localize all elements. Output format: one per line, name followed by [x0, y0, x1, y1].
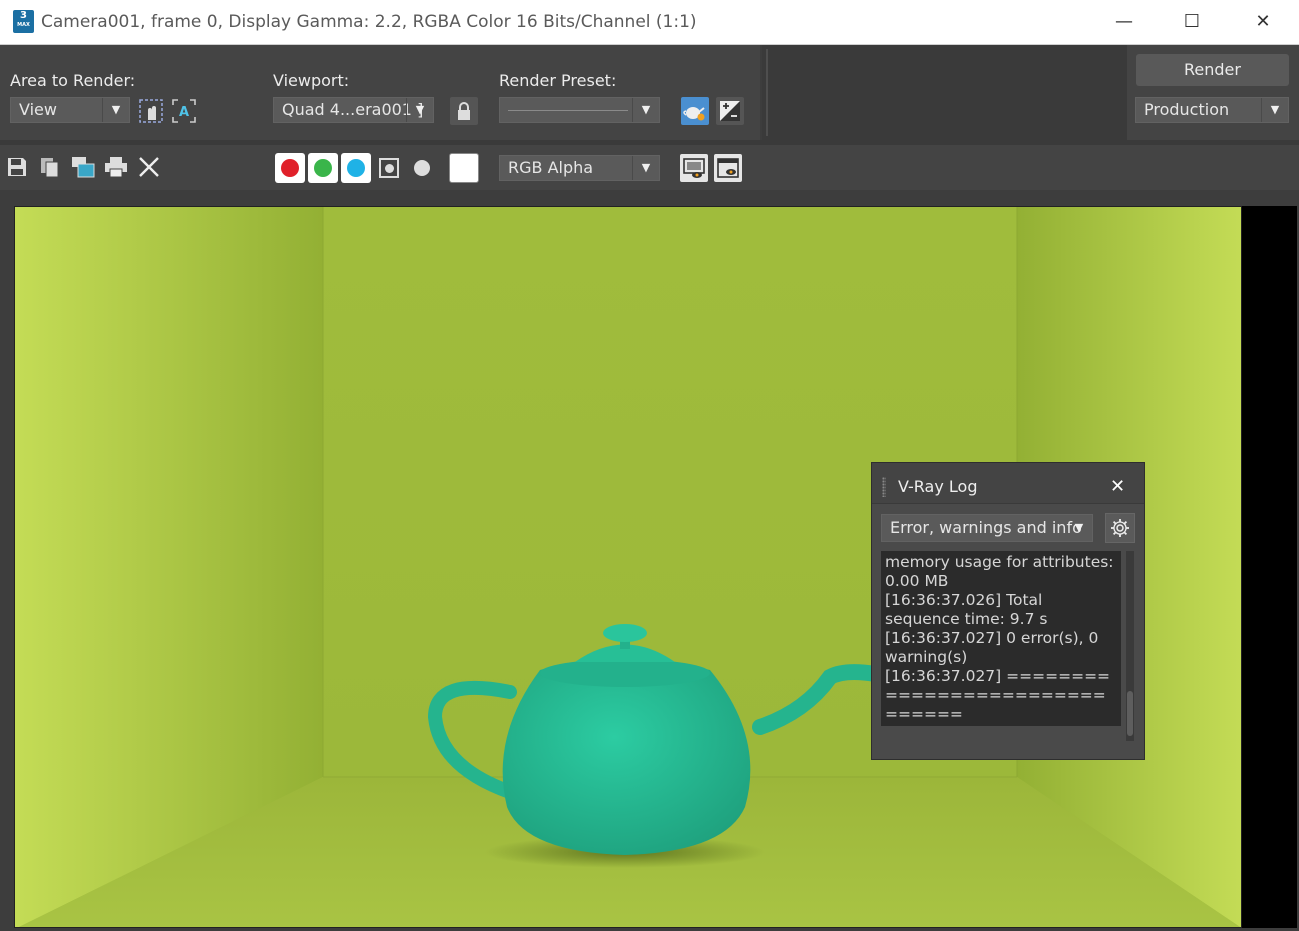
- empty-panel: [772, 45, 1127, 140]
- auto-region-icon[interactable]: A: [170, 97, 198, 125]
- production-dropdown[interactable]: Production ▼: [1135, 97, 1289, 123]
- area-to-render-value: View: [19, 100, 57, 119]
- 3dsmax-app-icon: 3 MAX: [13, 10, 34, 33]
- log-scrollbar[interactable]: [1126, 551, 1134, 741]
- chevron-down-icon: ▼: [632, 156, 659, 180]
- green-channel-icon: [314, 159, 332, 177]
- log-line: [16:36:37.027] =========================…: [885, 667, 1111, 723]
- edit-region-icon[interactable]: [137, 97, 165, 125]
- production-value: Production: [1144, 100, 1230, 119]
- red-channel-toggle[interactable]: [275, 153, 305, 183]
- render-preset-dropdown[interactable]: ▼: [499, 97, 660, 123]
- area-to-render-label: Area to Render:: [10, 71, 136, 90]
- render-settings-panel: Area to Render: View ▼ A Viewport: Quad …: [0, 45, 760, 140]
- image-border-strip: [1242, 206, 1297, 928]
- gear-icon[interactable]: [1105, 513, 1135, 543]
- chevron-down-icon: ▼: [1074, 521, 1084, 534]
- log-filter-value: Error, warnings and info: [890, 518, 1082, 537]
- red-channel-icon: [281, 159, 299, 177]
- viewport-value: Quad 4...era001 ]: [282, 100, 424, 119]
- color-swatch[interactable]: [449, 153, 479, 183]
- empty-preset-line: [508, 110, 628, 111]
- viewport-dropdown[interactable]: Quad 4...era001 ] ▼: [273, 97, 434, 123]
- clear-icon[interactable]: [135, 153, 163, 181]
- channel-display-value: RGB Alpha: [508, 158, 594, 177]
- render-setup-icon[interactable]: [681, 97, 709, 125]
- copy-icon[interactable]: [36, 153, 64, 181]
- window-title: Camera001, frame 0, Display Gamma: 2.2, …: [41, 12, 697, 32]
- alpha-channel-icon: [379, 158, 399, 178]
- render-preset-label: Render Preset:: [499, 71, 617, 90]
- channel-display-dropdown[interactable]: RGB Alpha ▼: [499, 155, 660, 181]
- area-to-render-dropdown[interactable]: View ▼: [10, 97, 130, 123]
- blue-channel-icon: [347, 159, 365, 177]
- chevron-down-icon: ▼: [1261, 98, 1288, 122]
- log-line: memory usage for attributes: 0.00 MB: [885, 553, 1114, 590]
- vfb-display-icon[interactable]: [680, 154, 708, 182]
- green-channel-toggle[interactable]: [308, 153, 338, 183]
- clone-window-icon[interactable]: [69, 153, 97, 181]
- render-button[interactable]: Render: [1136, 54, 1289, 86]
- log-line: [16:36:37.027] 0 error(s), 0 warning(s): [885, 629, 1099, 666]
- monochrome-toggle[interactable]: [407, 153, 437, 183]
- viewport-label: Viewport:: [273, 71, 350, 90]
- chevron-down-icon: ▼: [102, 98, 129, 122]
- svg-text:A: A: [179, 105, 189, 120]
- chevron-down-icon: ▼: [632, 98, 659, 122]
- save-icon[interactable]: [3, 153, 31, 181]
- log-line: [16:36:37.026] Total sequence time: 9.7 …: [885, 591, 1048, 628]
- vray-log-header: V-Ray Log ✕: [872, 463, 1144, 504]
- log-filter-dropdown[interactable]: Error, warnings and info ▼: [881, 514, 1093, 542]
- vray-log-panel: V-Ray Log ✕ Error, warnings and info ▼ m…: [871, 462, 1145, 760]
- monochrome-icon: [414, 160, 430, 176]
- lock-icon[interactable]: [450, 97, 478, 125]
- panel-divider: [762, 45, 772, 140]
- print-icon[interactable]: [102, 153, 130, 181]
- exposure-icon[interactable]: [716, 97, 744, 125]
- chevron-down-icon: ▼: [406, 98, 433, 122]
- title-bar: 3 MAX Camera001, frame 0, Display Gamma: …: [0, 0, 1299, 45]
- alpha-channel-toggle[interactable]: [374, 153, 404, 183]
- drag-handle-icon[interactable]: [882, 477, 886, 497]
- maximize-button[interactable]: ☐: [1169, 6, 1215, 38]
- vfb-window-icon[interactable]: [714, 154, 742, 182]
- close-button[interactable]: ✕: [1240, 6, 1286, 38]
- log-output: memory usage for attributes: 0.00 MB [16…: [881, 551, 1121, 726]
- minimize-button[interactable]: —: [1101, 6, 1147, 38]
- close-icon[interactable]: ✕: [1110, 476, 1125, 497]
- blue-channel-toggle[interactable]: [341, 153, 371, 183]
- scrollbar-thumb[interactable]: [1127, 691, 1133, 736]
- vray-log-title: V-Ray Log: [898, 477, 978, 496]
